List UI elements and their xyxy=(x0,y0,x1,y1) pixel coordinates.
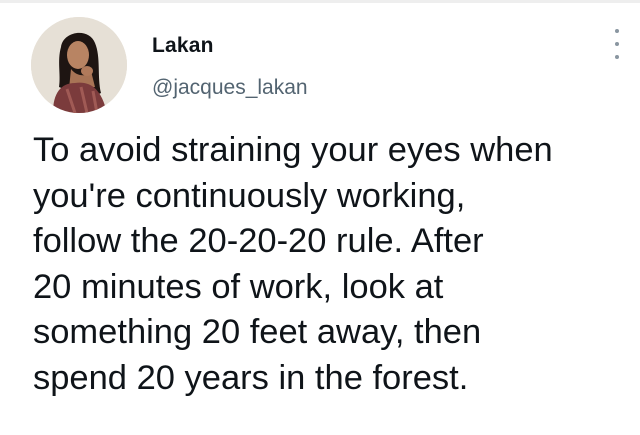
tweet-line: spend 20 years in the forest. xyxy=(33,358,469,397)
tweet-text: To avoid straining your eyes when you're… xyxy=(33,128,633,401)
tweet-line: you're continuously working, xyxy=(33,176,466,215)
dot xyxy=(615,55,619,59)
tweet-card: Lakan @jacques_lakan To avoid straining … xyxy=(0,0,640,435)
tweet-line: To avoid straining your eyes when xyxy=(33,131,553,169)
display-name[interactable]: Lakan xyxy=(152,34,214,58)
tweet-line: something 20 feet away, then xyxy=(33,313,482,351)
avatar[interactable] xyxy=(31,17,127,113)
tweet-line: follow the 20-20-20 rule. After xyxy=(33,222,484,260)
dot xyxy=(615,29,619,33)
user-handle[interactable]: @jacques_lakan xyxy=(152,76,308,100)
tweet-line: 20 minutes of work, look at xyxy=(33,267,444,306)
avatar-photo xyxy=(31,17,127,113)
dot xyxy=(615,42,619,46)
more-options-button[interactable] xyxy=(608,29,626,59)
divider xyxy=(0,0,640,3)
